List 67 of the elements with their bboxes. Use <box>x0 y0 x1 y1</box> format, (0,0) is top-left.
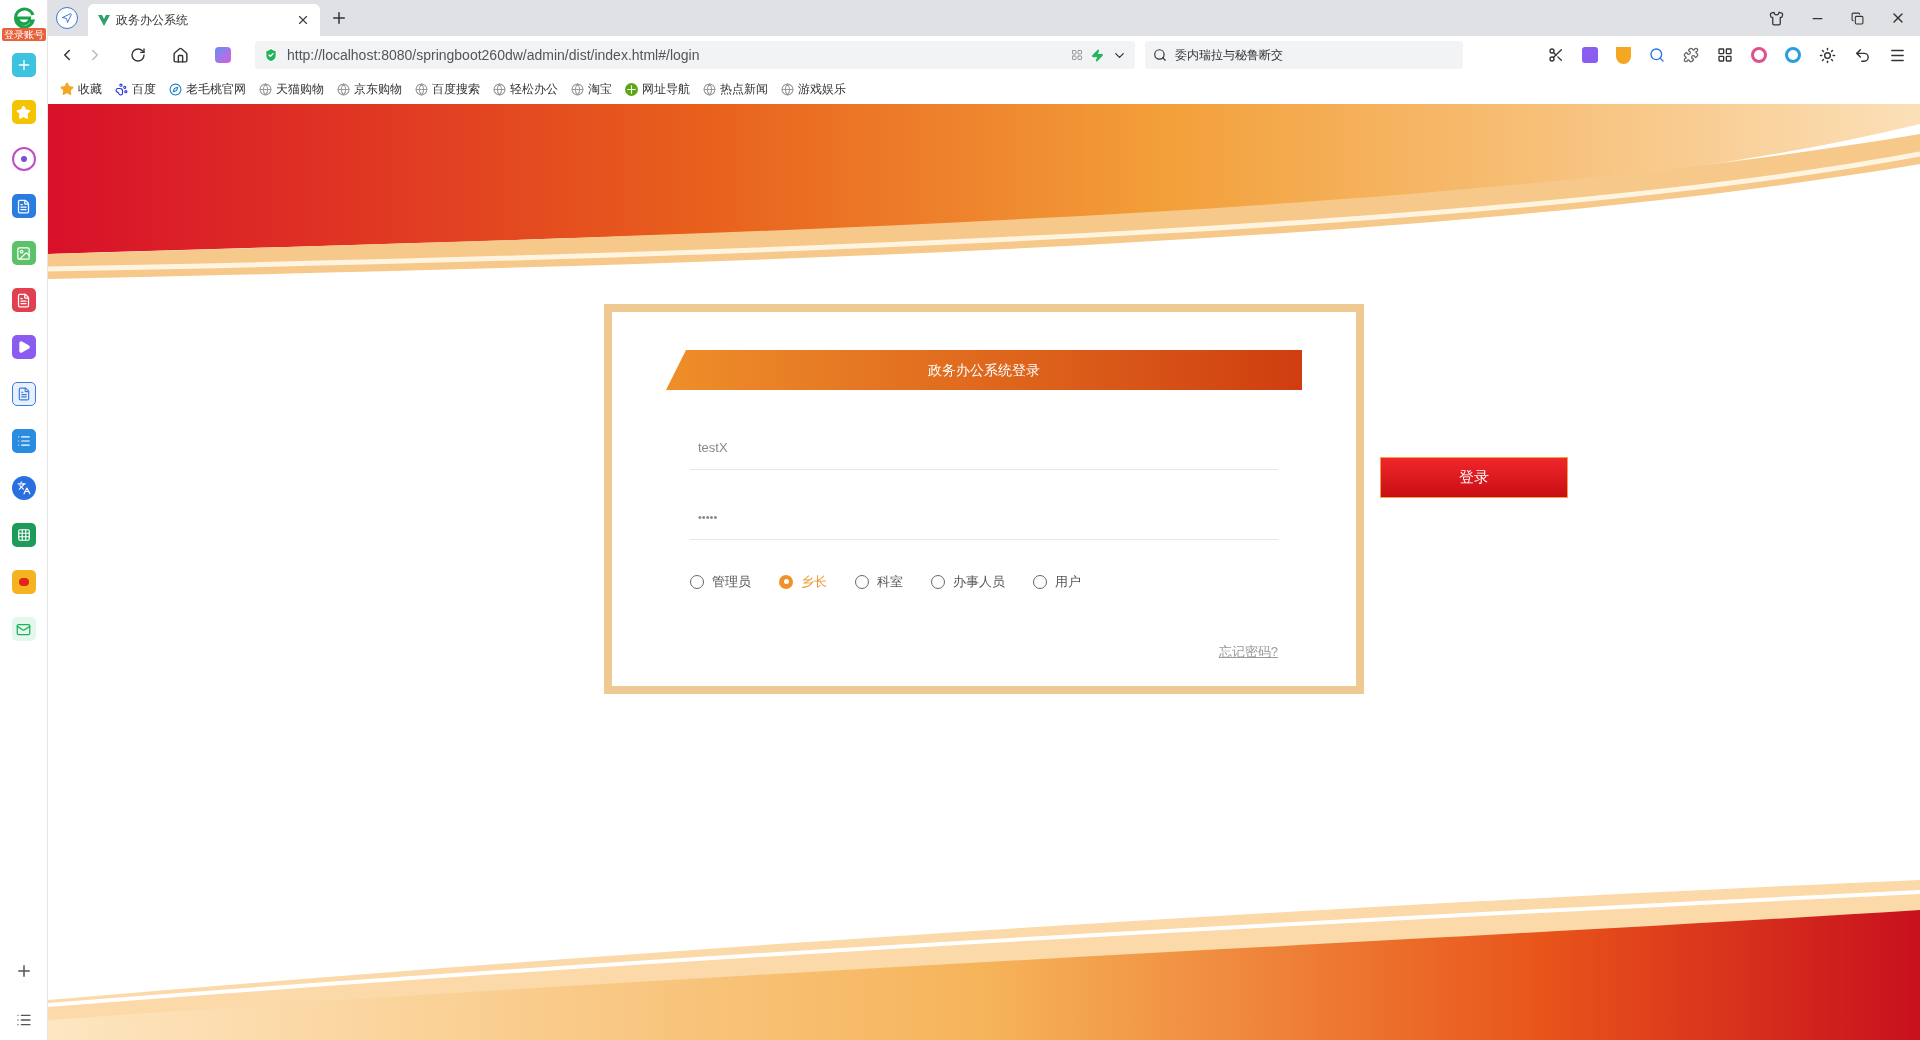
login-title: 政务办公系统登录 <box>928 360 1040 380</box>
username-field[interactable]: testX <box>690 426 1278 470</box>
browser-tab[interactable]: 政务办公系统 <box>88 4 320 36</box>
spreadsheet-app-icon[interactable] <box>11 523 36 547</box>
secure-icon <box>263 47 279 63</box>
ring-app-icon[interactable] <box>11 147 36 171</box>
v-logo-icon <box>98 14 110 26</box>
star-app-icon[interactable] <box>11 100 36 124</box>
bookmark-link[interactable]: 收藏 <box>78 80 102 98</box>
bookmark-link[interactable]: 天猫购物 <box>276 80 324 98</box>
home-icon[interactable] <box>172 46 189 64</box>
role-radio[interactable]: 办事人员 <box>931 572 1005 592</box>
play-app-icon[interactable] <box>11 335 36 359</box>
qr-icon[interactable] <box>1071 49 1083 61</box>
mail-app-icon[interactable] <box>11 617 36 641</box>
password-value: ••••• <box>698 510 718 526</box>
globe-icon <box>415 82 428 96</box>
star-icon <box>60 82 74 96</box>
address-field[interactable]: http://localhost:8080/springboot260dw/admin/dist/index.html#/login <box>255 41 1135 69</box>
bookmark-link[interactable]: 百度 <box>132 80 156 98</box>
lightning-icon[interactable] <box>1091 48 1104 62</box>
globe-icon <box>703 82 716 96</box>
globe-icon <box>571 82 584 96</box>
reload-icon[interactable] <box>130 47 146 63</box>
document-app-icon[interactable] <box>11 194 36 218</box>
bookmark-link[interactable]: 热点新闻 <box>720 80 768 98</box>
undo-icon[interactable] <box>1854 46 1871 64</box>
extensions-icon[interactable] <box>1683 47 1699 63</box>
close-icon[interactable] <box>296 13 310 27</box>
password-field[interactable]: ••••• <box>690 496 1278 540</box>
username-value: testX <box>698 438 728 457</box>
globe-icon <box>781 82 794 96</box>
magnifier-icon[interactable] <box>1649 47 1665 63</box>
brightness-icon[interactable] <box>1819 46 1836 64</box>
login-button[interactable]: 登录 <box>1380 457 1568 498</box>
role-radio[interactable]: 用户 <box>1033 572 1081 592</box>
url-text: http://localhost:8080/springboot260dw/admin/dist/index.html#/login <box>287 45 701 65</box>
file-app-icon[interactable] <box>11 288 36 312</box>
compass-icon <box>169 82 182 96</box>
grid-icon[interactable] <box>1717 47 1733 63</box>
globe-icon <box>493 82 506 96</box>
scissors-icon[interactable] <box>1548 47 1564 63</box>
role-radio[interactable]: 管理员 <box>690 572 751 592</box>
bookmark-link[interactable]: 百度搜索 <box>432 80 480 98</box>
translate-app-icon[interactable] <box>11 476 36 500</box>
navigation-icon[interactable] <box>56 7 78 29</box>
notes-app-icon[interactable] <box>11 382 36 406</box>
list-icon[interactable] <box>15 1012 32 1028</box>
new-tab-icon[interactable] <box>330 9 348 27</box>
bookmark-link[interactable]: 网址导航 <box>642 80 690 98</box>
globe-icon <box>259 82 272 96</box>
ring-icon[interactable] <box>1751 47 1767 63</box>
bookmark-link[interactable]: 京东购物 <box>354 80 402 98</box>
bookmark-link[interactable]: 淘宝 <box>588 80 612 98</box>
restore-icon[interactable] <box>1851 11 1864 25</box>
skin-icon[interactable] <box>1769 10 1784 26</box>
tab-title: 政务办公系统 <box>116 12 189 29</box>
globe-icon <box>337 82 350 96</box>
bookmark-link[interactable]: 游戏娱乐 <box>798 80 846 98</box>
search-field[interactable]: 委内瑞拉与秘鲁断交 <box>1145 41 1463 69</box>
bookmark-link[interactable]: 轻松办公 <box>510 80 558 98</box>
doc-app-icon[interactable] <box>11 429 36 453</box>
paw-icon <box>115 82 128 96</box>
bookmark-link[interactable]: 老毛桃官网 <box>186 80 246 98</box>
search-text: 委内瑞拉与秘鲁断交 <box>1175 47 1283 64</box>
search-icon <box>1153 48 1167 62</box>
role-radio[interactable]: 科室 <box>855 572 903 592</box>
